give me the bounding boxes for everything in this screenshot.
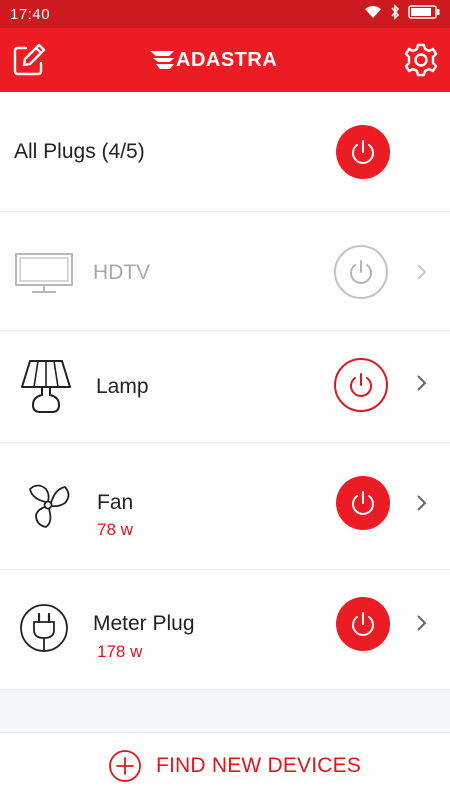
status-icons <box>364 3 440 25</box>
brand-logo: ADASTRA <box>150 48 300 72</box>
tv-icon <box>15 253 73 293</box>
all-plugs-power-button[interactable] <box>336 125 390 179</box>
brand-name: ADASTRA <box>176 48 278 71</box>
settings-button[interactable] <box>404 43 438 77</box>
find-new-devices-button[interactable]: FIND NEW DEVICES <box>108 749 361 783</box>
device-name: Lamp <box>96 375 149 398</box>
battery-icon <box>408 4 440 24</box>
device-row-meter-plug[interactable]: Meter Plug 178 w <box>0 570 450 690</box>
device-name: HDTV <box>93 261 151 284</box>
hdtv-power-button[interactable] <box>334 245 388 299</box>
edit-icon <box>13 43 46 76</box>
power-icon <box>350 260 372 284</box>
power-icon <box>352 140 374 164</box>
power-icon <box>352 491 374 515</box>
fan-power-button[interactable] <box>336 476 390 530</box>
device-row-lamp[interactable]: Lamp <box>0 331 450 443</box>
chevron-right-icon <box>417 615 427 631</box>
device-row-fan[interactable]: Fan 78 w <box>0 443 450 570</box>
app-bar: ADASTRA <box>0 28 450 92</box>
power-icon <box>352 612 374 636</box>
lamp-icon <box>21 360 71 413</box>
lamp-power-button[interactable] <box>334 358 388 412</box>
list-background <box>0 690 450 732</box>
footer: FIND NEW DEVICES <box>0 732 450 800</box>
fan-icon <box>29 484 70 528</box>
all-plugs-label: All Plugs (4/5) <box>14 140 145 163</box>
bluetooth-icon <box>390 3 400 25</box>
find-new-devices-label: FIND NEW DEVICES <box>156 754 362 777</box>
status-bar: 17:40 <box>0 0 450 28</box>
plus-circle-icon <box>109 750 141 782</box>
chevron-right-icon <box>417 264 427 280</box>
brand-mark-icon <box>150 51 174 69</box>
status-time: 17:40 <box>10 6 51 23</box>
power-icon <box>350 373 372 397</box>
power-reading: 178 w <box>97 642 143 661</box>
gear-icon <box>404 43 438 77</box>
chevron-right-icon <box>417 495 427 511</box>
meter-plug-power-button[interactable] <box>336 597 390 651</box>
wifi-icon <box>364 5 382 24</box>
plug-icon <box>20 604 68 652</box>
device-row-hdtv[interactable]: HDTV <box>0 212 450 331</box>
power-reading: 78 w <box>97 520 133 539</box>
device-name: Meter Plug <box>93 612 195 635</box>
edit-button[interactable] <box>12 43 46 77</box>
chevron-right-icon <box>417 375 427 391</box>
device-name: Fan <box>97 491 134 514</box>
all-plugs-row: All Plugs (4/5) <box>0 92 450 212</box>
